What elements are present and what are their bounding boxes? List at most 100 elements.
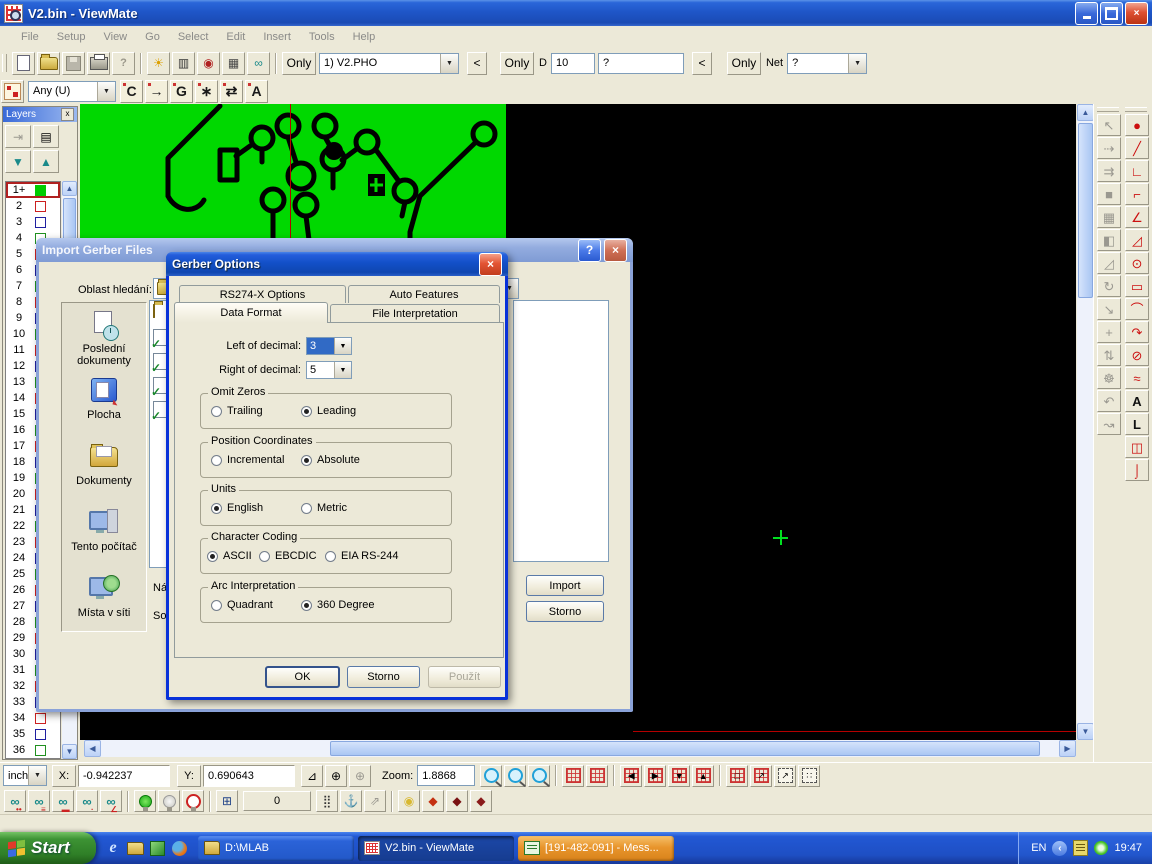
layers-panel-titlebar[interactable]: Layers x xyxy=(3,107,77,122)
triangle-tool-icon[interactable]: ◿ xyxy=(1125,229,1149,251)
palette-grip[interactable] xyxy=(1125,107,1147,112)
select-flash-button[interactable]: ◉ xyxy=(398,790,420,812)
dcode-count-box[interactable]: 0 xyxy=(243,791,311,811)
view-flash-button[interactable]: ∞▬ xyxy=(52,790,74,812)
menu-select[interactable]: Select xyxy=(169,29,218,45)
angle-tool-icon[interactable]: ∠ xyxy=(1125,206,1149,228)
chevron-down-icon[interactable]: ▼ xyxy=(334,338,351,354)
scale-tool-icon[interactable]: ↘ xyxy=(1097,298,1121,320)
goto-arrow-button[interactable]: → xyxy=(145,80,168,103)
radio-option-incremental[interactable]: Incremental xyxy=(211,454,284,466)
app-titlebar[interactable]: V2.bin - ViewMate × xyxy=(0,0,1152,26)
grid-setup-button[interactable] xyxy=(562,765,584,787)
menu-edit[interactable]: Edit xyxy=(217,29,254,45)
sketch-tool-icon[interactable]: ≈ xyxy=(1125,367,1149,389)
selected-files-listbox[interactable] xyxy=(513,300,609,562)
layer-up-button[interactable]: ▲ xyxy=(33,150,59,173)
ellipse-tool-icon[interactable]: ⊘ xyxy=(1125,344,1149,366)
dcode-search-input[interactable]: ? xyxy=(598,53,684,74)
layer-swap-tool-icon[interactable]: ⇅ xyxy=(1097,344,1121,366)
menu-view[interactable]: View xyxy=(94,29,136,45)
layer-row[interactable]: 2 xyxy=(6,198,60,214)
tab-rs274x-options[interactable]: RS274-X Options xyxy=(179,285,346,303)
layers-close-icon[interactable]: x xyxy=(61,108,74,121)
chevron-down-icon[interactable]: ▼ xyxy=(97,82,115,101)
zoom-input[interactable]: 1.8868 xyxy=(417,765,475,786)
corner-tool-icon[interactable]: ⌐ xyxy=(1125,183,1149,205)
place-tento-pocitac[interactable]: Tento počítač xyxy=(62,509,146,553)
ok-button[interactable]: OK xyxy=(265,666,340,688)
grid-toggle-button[interactable] xyxy=(586,765,608,787)
tab-file-interpretation[interactable]: File Interpretation xyxy=(330,304,500,322)
left-of-decimal-combo[interactable]: 3 ▼ xyxy=(306,337,352,355)
new-file-button[interactable] xyxy=(12,52,35,75)
horizontal-scroll-thumb[interactable] xyxy=(330,741,1040,756)
place-posledni-dokumenty[interactable]: Poslední dokumenty xyxy=(62,311,146,367)
internet-explorer-icon[interactable]: e xyxy=(104,839,122,857)
mirror-tool-icon[interactable]: ◧ xyxy=(1097,229,1121,251)
polar-origin-button[interactable]: ⊕ xyxy=(349,765,371,787)
print-button[interactable] xyxy=(87,52,110,75)
task-viewmate[interactable]: V2.bin - ViewMate xyxy=(358,836,514,861)
show-desktop-icon[interactable] xyxy=(126,839,144,857)
open-file-button[interactable] xyxy=(37,52,60,75)
gerber-dialog-titlebar[interactable]: Gerber Options × xyxy=(166,252,508,276)
minimize-button[interactable] xyxy=(1075,2,1098,25)
book-app-icon[interactable] xyxy=(148,839,166,857)
grid-jump-button[interactable]: ↗ xyxy=(750,765,772,787)
tab-auto-features[interactable]: Auto Features xyxy=(348,285,500,303)
net-combo[interactable]: ? ▼ xyxy=(787,53,867,74)
menu-go[interactable]: Go xyxy=(136,29,169,45)
layer-color-swatch[interactable] xyxy=(35,745,46,756)
anchor-button[interactable]: ⚓ xyxy=(340,790,362,812)
dcode-table-button[interactable]: ▥ xyxy=(172,52,195,75)
prev-dcode-button[interactable]: < xyxy=(692,52,712,75)
radio-option-absolute[interactable]: Absolute xyxy=(301,454,360,466)
gerber-close-button[interactable]: × xyxy=(479,253,502,276)
filter-combo[interactable]: Any (U) ▼ xyxy=(28,81,116,102)
layer-combo[interactable]: 1) V2.PHO ▼ xyxy=(319,53,459,74)
radio-option-english[interactable]: English xyxy=(211,502,263,514)
move-origin-tool-icon[interactable]: + xyxy=(1097,321,1121,343)
highlight-outline-button[interactable] xyxy=(182,790,204,812)
swap-select-button[interactable]: ⇄ xyxy=(220,80,243,103)
scroll-left-button[interactable]: ◀ xyxy=(84,740,101,757)
text-a-button[interactable]: A xyxy=(245,80,268,103)
radio-option-quadrant[interactable]: Quadrant xyxy=(211,599,273,611)
import-cancel-button[interactable]: Storno xyxy=(526,601,604,622)
select-tool-icon[interactable]: ↖ xyxy=(1097,114,1121,136)
vertical-scrollbar[interactable]: ▲ ▼ xyxy=(1077,104,1094,740)
grid-area-button[interactable]: □ xyxy=(726,765,748,787)
import-close-button[interactable]: × xyxy=(604,239,627,262)
zoom-window-button[interactable] xyxy=(528,765,550,787)
close-button[interactable]: × xyxy=(1125,2,1148,25)
menu-insert[interactable]: Insert xyxy=(254,29,300,45)
menu-setup[interactable]: Setup xyxy=(48,29,95,45)
pan-down-button[interactable]: ▼ xyxy=(668,765,690,787)
import-button[interactable]: Import xyxy=(526,575,604,596)
chevron-down-icon[interactable]: ▼ xyxy=(334,362,351,378)
vertical-scroll-thumb[interactable] xyxy=(1078,123,1093,298)
messenger-tray-icon[interactable] xyxy=(1094,841,1108,855)
text-tool-icon[interactable]: A xyxy=(1125,390,1149,412)
zoom-grid-button[interactable] xyxy=(504,765,526,787)
lasso-tool-icon[interactable]: ↝ xyxy=(1097,413,1121,435)
tile-windows-button[interactable]: ⊞ xyxy=(216,790,238,812)
menu-help[interactable]: Help xyxy=(344,29,385,45)
radio-option-360-degree[interactable]: 360 Degree xyxy=(301,599,375,611)
maximize-button[interactable] xyxy=(1100,2,1123,25)
layer-scroll-up-button[interactable]: ▲ xyxy=(62,181,77,196)
palette-grip[interactable] xyxy=(1097,107,1119,112)
scroll-right-button[interactable]: ▶ xyxy=(1059,740,1076,757)
curve-tool-icon[interactable]: ↷ xyxy=(1125,321,1149,343)
place-mista-v-siti[interactable]: Místa v síti xyxy=(62,575,146,619)
radio-option-ascii[interactable]: ASCII xyxy=(207,550,252,562)
undo-tool-icon[interactable]: ↶ xyxy=(1097,390,1121,412)
layer-color-swatch[interactable] xyxy=(35,729,46,740)
menu-tools[interactable]: Tools xyxy=(300,29,344,45)
place-plocha[interactable]: Plocha xyxy=(62,377,146,421)
corner-exit-tool-icon[interactable]: ⌡ xyxy=(1125,459,1149,481)
layer-row[interactable]: 35 xyxy=(6,726,60,742)
only-dcode-button[interactable]: Only xyxy=(500,52,534,75)
view-points-button[interactable]: ∞· xyxy=(76,790,98,812)
